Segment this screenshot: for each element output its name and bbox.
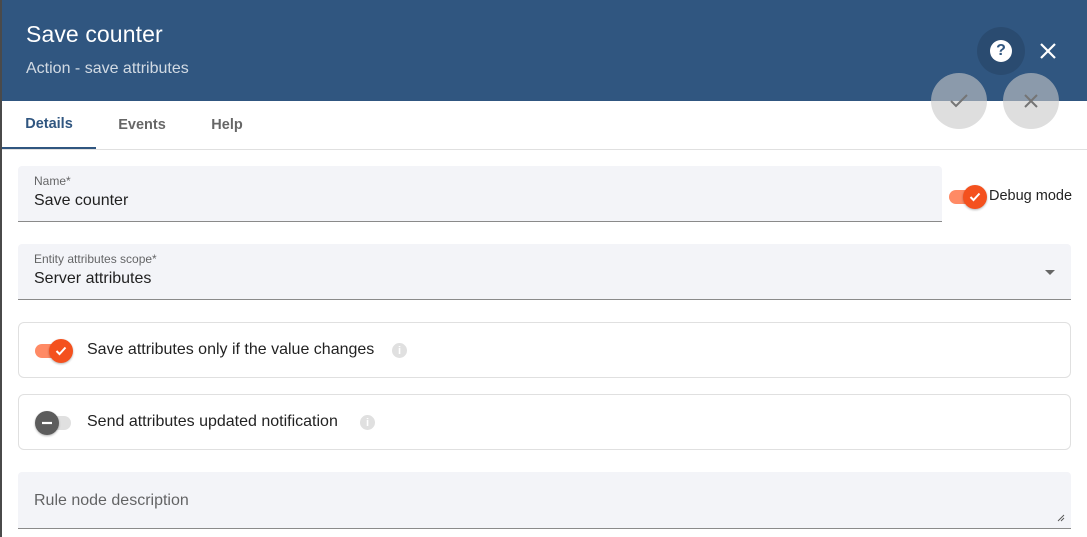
rule-node-dialog: Save counter Action - save attributes ? … [2, 0, 1087, 537]
dropdown-arrow-icon [1045, 270, 1055, 275]
info-icon[interactable]: i [360, 415, 375, 430]
save-if-changed-toggle[interactable] [35, 339, 73, 363]
send-notification-toggle[interactable] [35, 411, 71, 435]
save-if-changed-option: Save attributes only if the value change… [18, 322, 1071, 378]
resize-handle-icon[interactable] [1057, 514, 1065, 522]
scope-label: Entity attributes scope* [34, 252, 157, 266]
toggle-thumb [49, 339, 73, 363]
send-notification-label: Send attributes updated notification [87, 413, 338, 430]
debug-mode-toggle[interactable] [949, 185, 987, 209]
tab-events[interactable]: Events [96, 101, 188, 149]
info-icon[interactable]: i [392, 343, 407, 358]
description-textarea[interactable]: Rule node description [18, 472, 1071, 529]
help-button[interactable]: ? [977, 27, 1025, 75]
toggle-thumb [963, 185, 987, 209]
name-field[interactable]: Name* [18, 166, 942, 222]
name-label: Name* [34, 174, 71, 188]
close-button[interactable] [1024, 27, 1072, 75]
dialog-header: Save counter Action - save attributes ? [2, 0, 1087, 101]
dialog-title: Save counter [26, 21, 163, 47]
minus-icon [42, 421, 52, 425]
tab-details[interactable]: Details [2, 101, 96, 149]
close-icon [1040, 43, 1056, 59]
tab-help[interactable]: Help [188, 101, 266, 149]
send-notification-option: Send attributes updated notification i [18, 394, 1071, 450]
debug-mode-label: Debug mode [989, 188, 1073, 204]
description-placeholder: Rule node description [34, 492, 189, 509]
help-circle-icon: ? [990, 40, 1012, 62]
dialog-subtitle: Action - save attributes [26, 60, 189, 77]
check-icon [55, 346, 67, 356]
scope-value: Server attributes [34, 270, 152, 287]
save-if-changed-label: Save attributes only if the value change… [87, 341, 375, 358]
check-icon [969, 192, 981, 202]
tab-bar: Details Events Help [2, 101, 1087, 150]
toggle-thumb [35, 411, 59, 435]
name-input[interactable] [34, 192, 898, 210]
scope-select[interactable]: Entity attributes scope* Server attribut… [18, 244, 1071, 300]
